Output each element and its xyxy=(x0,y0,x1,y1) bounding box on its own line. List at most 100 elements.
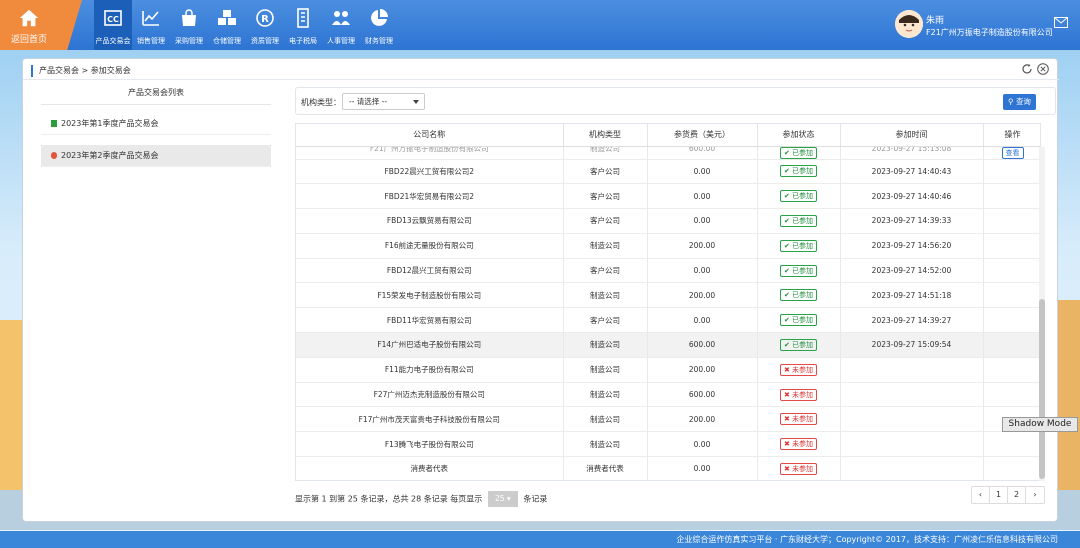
status-text: 已参加 xyxy=(792,167,814,176)
column-header[interactable]: 参货费（美元） xyxy=(647,124,758,147)
company-name: F14广州巴适电子股份有限公司 xyxy=(296,332,564,358)
registered-icon: R xyxy=(256,9,274,27)
nav-item-3[interactable]: 仓储管理 xyxy=(208,0,246,50)
nav-item-7[interactable]: 财务管理 xyxy=(360,0,398,50)
company-name: F27广州迈杰克制造股份有限公司 xyxy=(296,382,564,408)
nav-item-0[interactable]: CC 产品交易会 xyxy=(94,0,132,50)
fee: 200.00 xyxy=(647,406,758,433)
status-text: 已参加 xyxy=(792,192,814,201)
table-row[interactable]: F11能力电子股份有限公司 制造公司 200.00 ✖ 未参加 xyxy=(296,357,1040,383)
status-cell: ✔ 已参加 xyxy=(757,233,841,259)
view-button[interactable]: 查看 xyxy=(1001,146,1024,158)
status-badge: ✔ 已参加 xyxy=(779,146,818,158)
table-row[interactable]: F14广州巴适电子股份有限公司 制造公司 600.00 ✔ 已参加 2023-09-27… xyxy=(296,332,1040,358)
join-time: 2023-09-27 15:13:08 xyxy=(840,146,984,160)
join-time xyxy=(840,357,984,383)
column-header[interactable]: 参加状态 xyxy=(757,124,841,147)
avatar[interactable] xyxy=(895,10,923,38)
next-page-button[interactable]: › xyxy=(1026,487,1044,503)
column-header[interactable]: 机构类型 xyxy=(563,124,648,147)
table-row[interactable]: F21广州万振电子制造股份有限公司 制造公司 600.00 ✔ 已参加 2023-09-… xyxy=(296,146,1040,160)
join-time xyxy=(840,431,984,458)
table-row[interactable]: 消费者代表 消费者代表 0.00 ✖ 未参加 xyxy=(296,456,1040,480)
nav-item-5[interactable]: 电子税局 xyxy=(284,0,322,50)
query-button[interactable]: ⚲ 查询 xyxy=(1003,94,1036,110)
table-row[interactable]: F13腾飞电子股份有限公司 制造公司 0.00 ✖ 未参加 xyxy=(296,431,1040,458)
nav-item-6[interactable]: 人事管理 xyxy=(322,0,360,50)
org-type: 客户公司 xyxy=(563,258,648,284)
refresh-icon[interactable] xyxy=(1021,63,1033,75)
user-company: F21广州万振电子制造股份有限公司 xyxy=(926,28,1053,37)
status-cell: ✖ 未参加 xyxy=(757,406,841,433)
scrollbar-thumb[interactable] xyxy=(1039,299,1045,479)
table-row[interactable]: F16前途无量股份有限公司 制造公司 200.00 ✔ 已参加 2023-09-27 1… xyxy=(296,233,1040,259)
home-button[interactable]: 返回首页 xyxy=(0,0,82,50)
action-cell xyxy=(983,431,1040,458)
fee: 600.00 xyxy=(647,382,758,408)
status-badge: ✔ 已参加 xyxy=(779,289,818,302)
page-button[interactable]: 1 xyxy=(990,487,1008,503)
page-size-select[interactable]: 25 ▾ xyxy=(487,491,518,507)
nav-item-4[interactable]: R 资质管理 xyxy=(246,0,284,50)
status-text: 未参加 xyxy=(792,415,814,424)
action-cell xyxy=(983,282,1040,309)
status-cell: ✔ 已参加 xyxy=(757,183,841,210)
column-header[interactable]: 公司名称 xyxy=(296,124,564,147)
table-row[interactable]: FBD21华宏贸易有限公司2 客户公司 0.00 ✔ 已参加 2023-09-27 14… xyxy=(296,183,1040,210)
action-cell: 查看 xyxy=(983,146,1040,160)
table-row[interactable]: F27广州迈杰克制造股份有限公司 制造公司 600.00 ✖ 未参加 xyxy=(296,382,1040,408)
nav-item-2[interactable]: 采购管理 xyxy=(170,0,208,50)
org-type: 客户公司 xyxy=(563,183,648,210)
org-type: 制造公司 xyxy=(563,282,648,309)
table-row[interactable]: F15荣发电子制造股份有限公司 制造公司 200.00 ✔ 已参加 2023-09-27… xyxy=(296,282,1040,309)
close-icon[interactable] xyxy=(1037,63,1049,75)
org-type: 消费者代表 xyxy=(563,456,648,480)
chart-line-icon xyxy=(142,11,159,26)
shopping-bag-icon xyxy=(182,9,196,26)
table-row[interactable]: FBD12晨兴工贸有限公司 客户公司 0.00 ✔ 已参加 2023-09-27 14:… xyxy=(296,258,1040,284)
company-name: FBD13云飘贸易有限公司 xyxy=(296,208,564,234)
action-cell xyxy=(983,159,1040,185)
cc-icon: CC xyxy=(104,10,122,26)
home-icon xyxy=(19,9,39,27)
status-badge: ✔ 已参加 xyxy=(779,239,818,252)
page-button[interactable]: 2 xyxy=(1008,487,1026,503)
action-cell xyxy=(983,332,1040,358)
fair-list-item[interactable]: 2023年第1季度产品交易会 xyxy=(41,113,271,135)
column-header[interactable]: 操作 xyxy=(983,124,1040,147)
status-text: 已参加 xyxy=(792,340,814,349)
column-header[interactable]: 参加时间 xyxy=(840,124,984,147)
join-time: 2023-09-27 14:40:43 xyxy=(840,159,984,185)
status-badge: ✔ 已参加 xyxy=(779,264,818,277)
status-text: 未参加 xyxy=(792,365,814,374)
join-time: 2023-09-27 14:52:00 xyxy=(840,258,984,284)
action-cell xyxy=(983,382,1040,408)
fair-list-item-selected[interactable]: 2023年第2季度产品交易会 xyxy=(41,145,271,167)
shadow-mode-button[interactable]: Shadow Mode xyxy=(1002,417,1078,432)
status-cell: ✔ 已参加 xyxy=(757,282,841,309)
status-cell: ✖ 未参加 xyxy=(757,456,841,480)
home-label: 返回首页 xyxy=(10,35,47,45)
status-text: 已参加 xyxy=(792,316,814,325)
action-cell xyxy=(983,258,1040,284)
mail-icon[interactable] xyxy=(1054,17,1068,28)
prev-page-button[interactable]: ‹ xyxy=(972,487,990,503)
join-time: 2023-09-27 14:40:46 xyxy=(840,183,984,210)
table-row[interactable]: FBD11华宏贸易有限公司 客户公司 0.00 ✔ 已参加 2023-09-27 14:… xyxy=(296,307,1040,334)
file-open-icon xyxy=(51,152,57,159)
status-cell: ✔ 已参加 xyxy=(757,146,841,160)
org-type-label: 机构类型： xyxy=(301,98,341,107)
nav-item-1[interactable]: 销售管理 xyxy=(132,0,170,50)
table-row[interactable]: F17广州市茂天富贵电子科技股份有限公司 制造公司 200.00 ✖ 未参加 xyxy=(296,406,1040,433)
status-text: 未参加 xyxy=(792,440,814,449)
org-type: 制造公司 xyxy=(563,382,648,408)
filter-bar: 机构类型： -- 请选择 -- ⚲ 查询 xyxy=(295,87,1056,115)
join-time: 2023-09-27 14:39:27 xyxy=(840,307,984,334)
org-type-select[interactable]: -- 请选择 -- xyxy=(342,93,425,110)
table-row[interactable]: FBD22晨兴工贸有限公司2 客户公司 0.00 ✔ 已参加 2023-09-27 14… xyxy=(296,159,1040,185)
org-type: 制造公司 xyxy=(563,233,648,259)
join-time xyxy=(840,456,984,480)
status-cell: ✔ 已参加 xyxy=(757,258,841,284)
table-row[interactable]: FBD13云飘贸易有限公司 客户公司 0.00 ✔ 已参加 2023-09-27 14:… xyxy=(296,208,1040,234)
file-icon xyxy=(51,120,57,127)
